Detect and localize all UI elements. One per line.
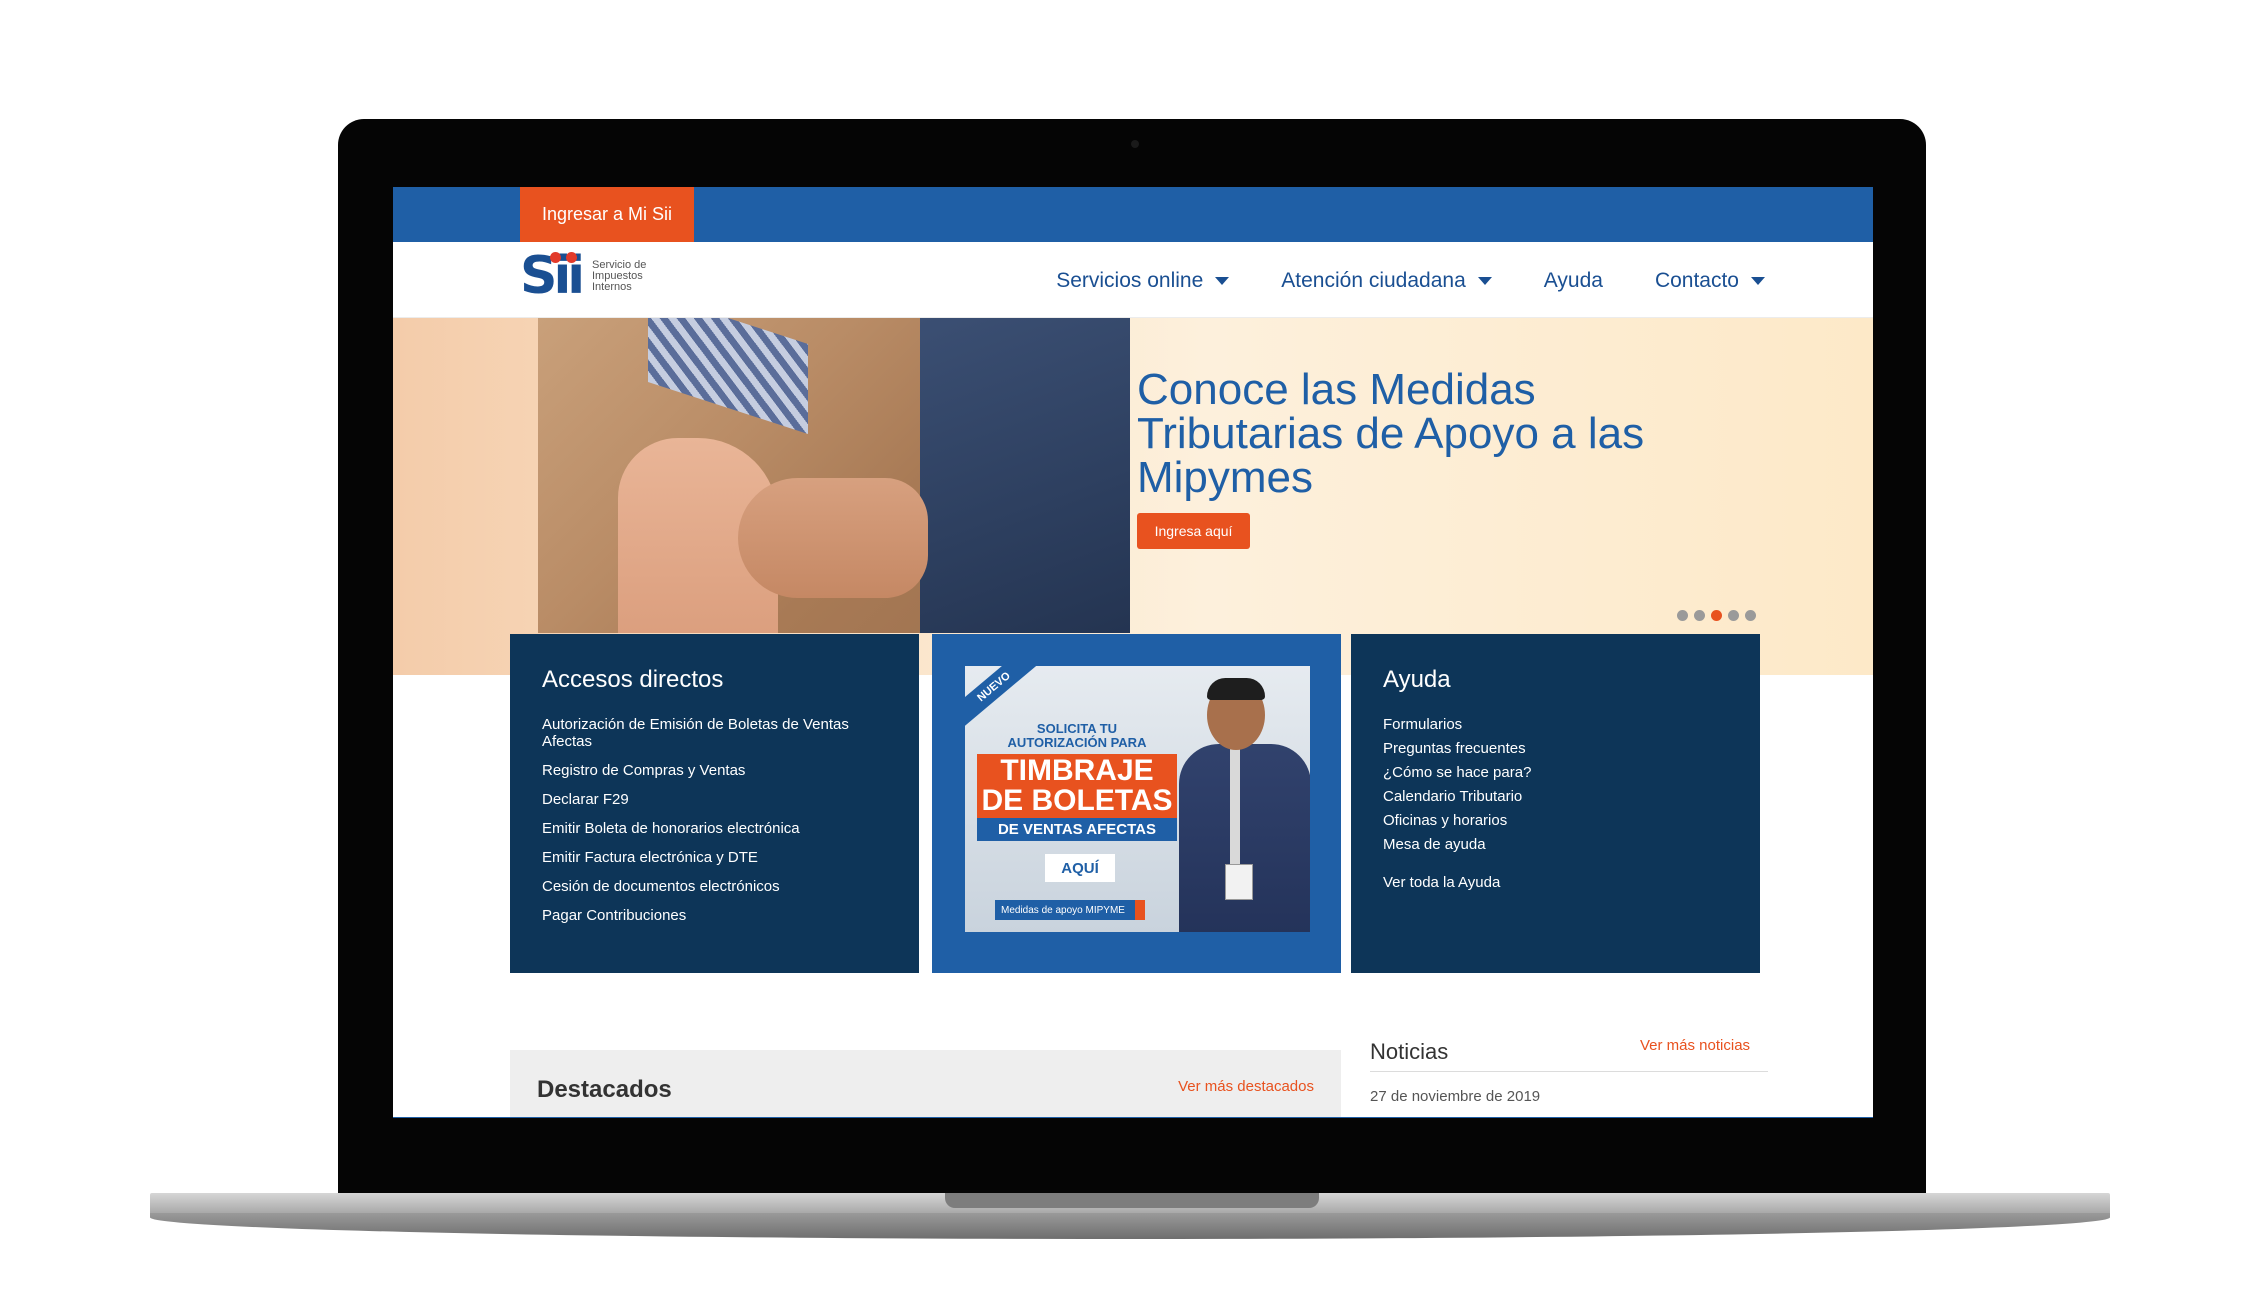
hero-title: Conoce las Medidas Tributarias de Apoyo … (1137, 365, 1645, 502)
promo-card: NUEVO SOLICITA TU AUTORIZACIÓN PARA TIMB… (932, 634, 1341, 973)
photo-jeans (920, 318, 1130, 633)
logo-dot (566, 252, 577, 263)
noticia-date: 27 de noviembre de 2019 (1370, 1088, 1541, 1105)
main-nav: Servicios online Atención ciudadana Ayud… (1056, 269, 1765, 293)
nav-atencion-ciudadana[interactable]: Atención ciudadana (1281, 269, 1492, 293)
carousel-dot-active[interactable] (1711, 610, 1722, 621)
ver-toda-ayuda-link[interactable]: Ver toda la Ayuda (1383, 874, 1500, 891)
accesos-link[interactable]: Pagar Contribuciones (542, 907, 902, 924)
logo-dot (550, 252, 561, 263)
card-title: Ayuda (1383, 666, 1451, 693)
ayuda-link[interactable]: Mesa de ayuda (1383, 836, 1743, 853)
accesos-link[interactable]: Declarar F29 (542, 791, 902, 808)
promo-footer: Medidas de apoyo MIPYME (995, 900, 1145, 920)
noticias-title: Noticias (1370, 1039, 1449, 1064)
promo-subtitle: SOLICITA TU AUTORIZACIÓN PARA (1007, 721, 1147, 750)
ayuda-link[interactable]: Calendario Tributario (1383, 788, 1743, 805)
login-button[interactable]: Ingresar a Mi Sii (520, 187, 694, 242)
nav-label: Contacto (1654, 269, 1739, 292)
promo-headline: TIMBRAJE DE BOLETAS (977, 754, 1177, 818)
nav-contacto[interactable]: Contacto (1655, 269, 1765, 293)
accesos-link[interactable]: Autorización de Emisión de Boletas de Ve… (542, 716, 902, 750)
destacados-title: Destacados (537, 1076, 672, 1103)
logo-name-line: Internos (592, 280, 632, 293)
timbraje-promo-banner[interactable]: NUEVO SOLICITA TU AUTORIZACIÓN PARA TIMB… (965, 666, 1310, 932)
ayuda-link[interactable]: Preguntas frecuentes (1383, 740, 1743, 757)
caret-down-icon (1477, 277, 1492, 285)
photo-shirt-cuff (648, 318, 808, 434)
carousel-dot[interactable] (1745, 610, 1756, 621)
hero-carousel: Conoce las Medidas Tributarias de Apoyo … (393, 318, 1873, 675)
carousel-dots (1677, 610, 1756, 621)
person-hair (1207, 678, 1265, 700)
promo-strip: DE VENTAS AFECTAS (977, 818, 1177, 841)
nav-servicios-online[interactable]: Servicios online (1056, 269, 1230, 293)
card-title: Accesos directos (542, 666, 724, 693)
promo-person-photo (1175, 674, 1310, 932)
logo-name-line: Impuestos (592, 269, 643, 282)
destacados-section: Destacados Ver más destacados (510, 1050, 1341, 1118)
ayuda-link[interactable]: ¿Cómo se hace para? (1383, 764, 1743, 781)
ayuda-link[interactable]: Oficinas y horarios (1383, 812, 1743, 829)
carousel-dot[interactable] (1677, 610, 1688, 621)
photo-hand (738, 478, 928, 598)
handshake-photo (538, 318, 1130, 633)
carousel-dot[interactable] (1694, 610, 1705, 621)
nav-label: Ayuda (1543, 269, 1603, 292)
laptop-notch (945, 1193, 1319, 1208)
nav-label: Servicios online (1056, 269, 1204, 292)
accesos-link[interactable]: Registro de Compras y Ventas (542, 762, 902, 779)
caret-down-icon (1751, 277, 1765, 285)
nav-label: Atención ciudadana (1281, 269, 1466, 292)
ayuda-card: Ayuda Formularios Preguntas frecuentes ¿… (1351, 634, 1760, 973)
screen-bottom-edge (393, 1117, 1873, 1118)
accesos-list: Autorización de Emisión de Boletas de Ve… (542, 716, 902, 936)
carousel-dot[interactable] (1728, 610, 1739, 621)
webcam (1131, 140, 1139, 148)
site-header: Sii Servicio de Impuestos Internos Servi… (393, 242, 1873, 318)
ver-mas-noticias-link[interactable]: Ver más noticias (1640, 1037, 1750, 1054)
person-badge (1225, 864, 1253, 900)
logo-name: Servicio de Impuestos Internos (592, 258, 672, 293)
person-body (1179, 744, 1310, 932)
laptop-base-bottom (150, 1213, 2110, 1239)
caret-down-icon (1215, 277, 1230, 285)
top-bar: Ingresar a Mi Sii (393, 187, 1873, 242)
person-lanyard (1230, 746, 1240, 866)
promo-aqui-button[interactable]: AQUÍ (1045, 854, 1115, 882)
accesos-link[interactable]: Emitir Factura electrónica y DTE (542, 849, 902, 866)
accesos-link[interactable]: Emitir Boleta de honorarios electrónica (542, 820, 902, 837)
noticias-divider (1370, 1071, 1768, 1072)
ayuda-list: Formularios Preguntas frecuentes ¿Cómo s… (1383, 716, 1743, 860)
hero-cta-button[interactable]: Ingresa aquí (1137, 513, 1250, 549)
logo-mark: Sii (520, 250, 585, 302)
browser-screen: Ingresar a Mi Sii Sii Servicio de Impues… (393, 187, 1873, 1118)
accesos-link[interactable]: Cesión de documentos electrónicos (542, 878, 902, 895)
accesos-directos-card: Accesos directos Autorización de Emisión… (510, 634, 919, 973)
logo-name-line: Servicio de (592, 258, 647, 271)
nav-ayuda[interactable]: Ayuda (1544, 269, 1603, 293)
sii-logo[interactable]: Sii Servicio de Impuestos Internos (520, 250, 672, 302)
ver-mas-destacados-link[interactable]: Ver más destacados (1178, 1078, 1314, 1095)
ayuda-link[interactable]: Formularios (1383, 716, 1743, 733)
